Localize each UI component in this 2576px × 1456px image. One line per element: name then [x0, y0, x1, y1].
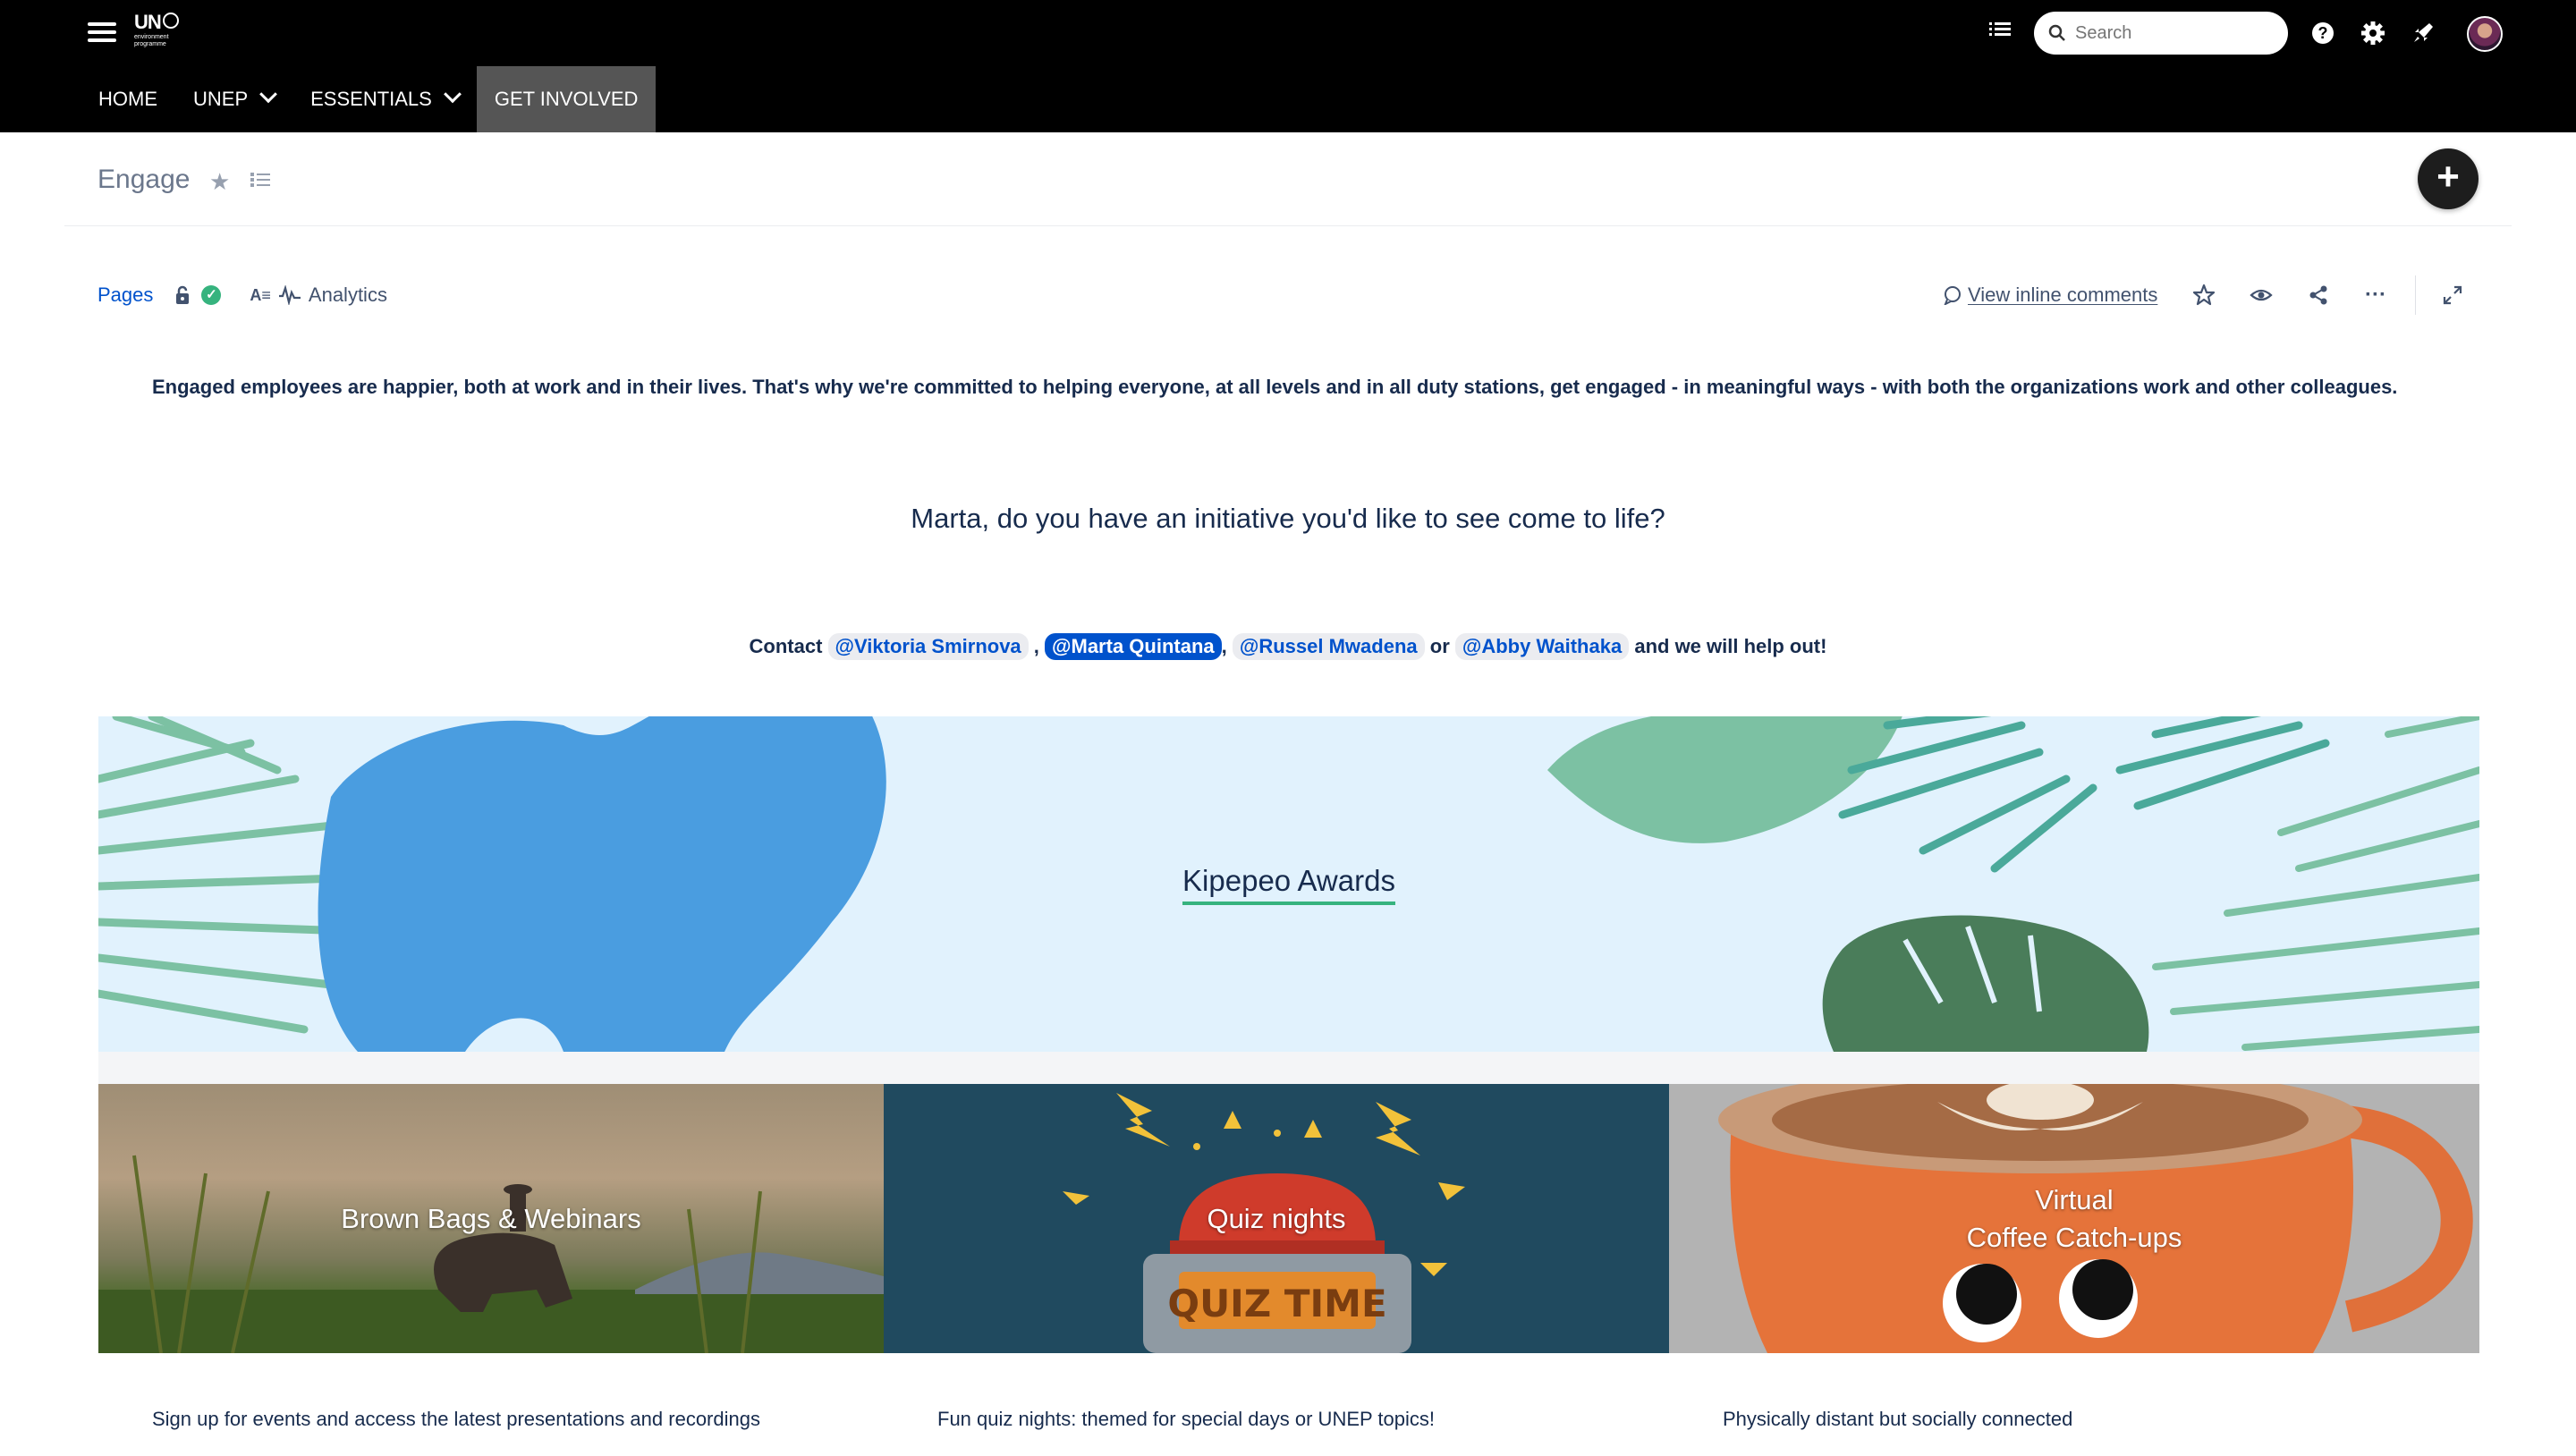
share-icon[interactable] [2302, 279, 2334, 311]
nav-get-involved[interactable]: GET INVOLVED [476, 66, 657, 132]
mention-russel-mwadena[interactable]: @Russel Mwadena [1232, 633, 1425, 660]
spacer-strip [98, 1052, 2479, 1084]
notifications-rocket-icon[interactable] [2408, 18, 2438, 48]
nav-unep[interactable]: UNEP [175, 66, 292, 132]
page-title: Engage [97, 165, 191, 194]
quiz-nights-card[interactable]: QUIZ TIME Quiz nights [884, 1084, 1669, 1353]
chevron-down-icon [259, 85, 278, 104]
kipepeo-awards-link[interactable]: Kipepeo Awards [1182, 864, 1395, 905]
kipepeo-awards-banner[interactable]: Kipepeo Awards [98, 716, 2479, 1052]
card-description: Fun quiz nights: themed for special days… [937, 1408, 1435, 1430]
brown-bags-card[interactable]: Brown Bags & Webinars [98, 1084, 884, 1353]
mention-viktoria-smirnova[interactable]: @Viktoria Smirnova [827, 633, 1029, 660]
user-avatar[interactable] [2467, 16, 2503, 52]
fullscreen-expand-icon[interactable] [2436, 279, 2469, 311]
inline-comments-label: View inline comments [1968, 284, 2158, 306]
un-environment-logo[interactable]: UN environment programme [134, 11, 193, 52]
card-title: Brown Bags & Webinars [341, 1202, 641, 1234]
divider [64, 225, 2512, 226]
card-description: Physically distant but socially connecte… [1723, 1408, 2073, 1430]
restrictions-lock-icon[interactable] [174, 285, 191, 305]
question-heading: Marta, do you have an initiative you'd l… [911, 503, 1665, 534]
favourite-star-icon[interactable]: ★ [209, 168, 230, 196]
intro-text: are happier, both at work and in their l… [342, 376, 2398, 398]
breadcrumb-pages-link[interactable]: Pages [97, 284, 153, 307]
reading-time-icon[interactable]: A≡ [250, 286, 271, 305]
page-byline: Pages ✓ A≡ Analytics [97, 281, 387, 309]
virtual-coffee-card[interactable]: Virtual Coffee Catch-ups [1669, 1084, 2479, 1353]
card-title: Quiz nights [1207, 1202, 1346, 1234]
watch-eye-icon[interactable] [2245, 279, 2277, 311]
mention-abby-waithaka[interactable]: @Abby Waithaka [1454, 633, 1630, 660]
analytics-link[interactable]: Analytics [278, 284, 387, 307]
banner-title-wrap: Kipepeo Awards [98, 716, 2479, 1052]
contact-suffix: and we will help out! [1634, 635, 1827, 657]
settings-gear-icon[interactable] [2358, 18, 2388, 48]
contact-prefix: Contact [749, 635, 823, 657]
contact-line: Contact @Viktoria Smirnova , @Marta Quin… [0, 633, 2576, 660]
mention-marta-quintana[interactable]: @Marta Quintana [1045, 633, 1222, 660]
divider [2415, 275, 2416, 315]
nav-home[interactable]: HOME [80, 66, 175, 132]
intro-paragraph: Engaged employees are happier, both at w… [152, 376, 2478, 399]
view-inline-comments-button[interactable]: View inline comments [1943, 279, 2157, 311]
star-outline-icon[interactable] [2188, 279, 2220, 311]
search-box[interactable] [2034, 12, 2288, 55]
card-description: Sign up for events and access the latest… [152, 1408, 760, 1430]
or-text: or [1429, 635, 1450, 657]
create-button[interactable]: + [2418, 148, 2479, 209]
app-list-icon[interactable] [1989, 20, 2011, 41]
analytics-pulse-icon [278, 285, 301, 305]
intro-bold-text: Engaged employees [152, 376, 343, 398]
page-tree-icon[interactable] [250, 170, 270, 190]
comment-bubble-icon [1944, 286, 1961, 305]
search-input[interactable] [2075, 22, 2272, 44]
chevron-down-icon [443, 85, 462, 104]
main-navigation: HOME UNEP ESSENTIALS GET INVOLVED [80, 66, 657, 132]
verified-check-icon[interactable]: ✓ [201, 285, 222, 305]
help-icon[interactable]: ? [2308, 18, 2338, 48]
card-title: Virtual Coffee Catch-ups [1966, 1183, 2182, 1253]
menu-icon[interactable] [88, 18, 116, 45]
separator: , [1033, 635, 1039, 657]
more-actions-icon[interactable]: ··· [2360, 279, 2392, 311]
analytics-label: Analytics [308, 284, 387, 306]
un-emblem-icon [162, 13, 179, 29]
top-header: UN environment programme ? HOME UNEP ESS… [0, 0, 2576, 132]
separator: , [1221, 635, 1227, 657]
nav-essentials[interactable]: ESSENTIALS [292, 66, 477, 132]
search-icon [2048, 24, 2065, 41]
